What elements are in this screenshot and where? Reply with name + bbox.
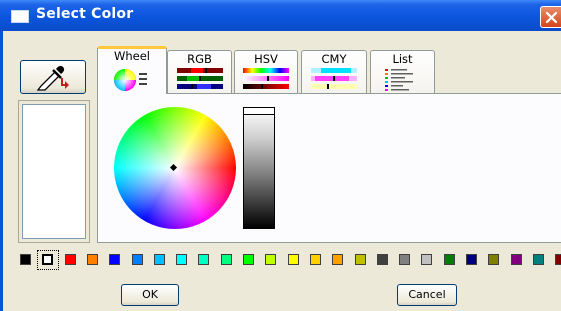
tab-rgb-label: RGB [187,52,212,66]
cmy-sliders-icon [311,68,357,89]
color-preview [18,100,90,243]
tab-hsv[interactable]: HSV [234,50,298,93]
tab-rgb[interactable]: RGB [167,50,232,93]
color-list-icon [384,69,413,91]
color-swatch[interactable] [176,254,188,265]
color-swatch[interactable] [287,254,299,265]
close-icon [545,11,558,24]
tab-wheel[interactable]: Wheel [97,46,167,94]
window-icon [11,10,29,23]
color-swatch[interactable] [555,254,561,265]
color-swatch[interactable] [309,254,321,265]
tab-cmy-label: CMY [321,52,347,66]
color-swatch[interactable] [376,254,388,265]
close-button[interactable] [540,6,561,28]
color-swatch[interactable] [109,254,121,265]
ok-button[interactable]: OK [121,284,179,306]
cancel-button[interactable]: Cancel [397,284,457,306]
color-swatch[interactable] [243,254,254,265]
window-title: Select Color [36,6,134,22]
swatch-focus-ring [37,250,59,270]
color-swatch[interactable] [332,254,344,265]
color-swatch[interactable] [510,254,522,265]
color-swatch[interactable] [220,254,232,265]
hsv-sliders-icon [243,68,289,89]
title-bar: Select Color [0,0,561,31]
tab-list[interactable]: List [370,50,435,93]
color-swatch[interactable] [198,254,210,265]
rgb-sliders-icon [176,68,223,89]
eyedropper-button[interactable] [20,60,86,94]
color-swatch[interactable] [421,254,433,265]
color-swatch[interactable] [532,254,544,265]
color-swatch[interactable] [86,254,98,265]
swatch-palette [0,250,561,270]
color-swatch[interactable] [466,254,477,265]
color-swatch[interactable] [153,254,165,265]
color-swatch[interactable] [443,254,455,265]
color-swatch[interactable] [265,254,277,265]
color-swatch[interactable] [131,254,143,265]
tab-list-label: List [392,52,413,66]
color-swatch[interactable] [20,254,31,265]
color-dialog: Select Color Wheel RGB HSV CMY List OK C… [0,0,561,311]
brightness-slider[interactable] [243,107,275,229]
color-swatch[interactable] [399,254,411,265]
brightness-slider-thumb[interactable] [243,107,275,115]
color-swatch[interactable] [354,254,366,265]
color-wheel-icon [114,69,147,91]
eyedropper-icon [36,65,69,91]
tab-wheel-label: Wheel [113,49,150,63]
color-swatch[interactable] [488,254,500,265]
color-swatch[interactable] [64,254,76,265]
color-preview-swatch [22,104,86,239]
tab-hsv-label: HSV [254,52,278,66]
tab-cmy[interactable]: CMY [301,50,367,93]
